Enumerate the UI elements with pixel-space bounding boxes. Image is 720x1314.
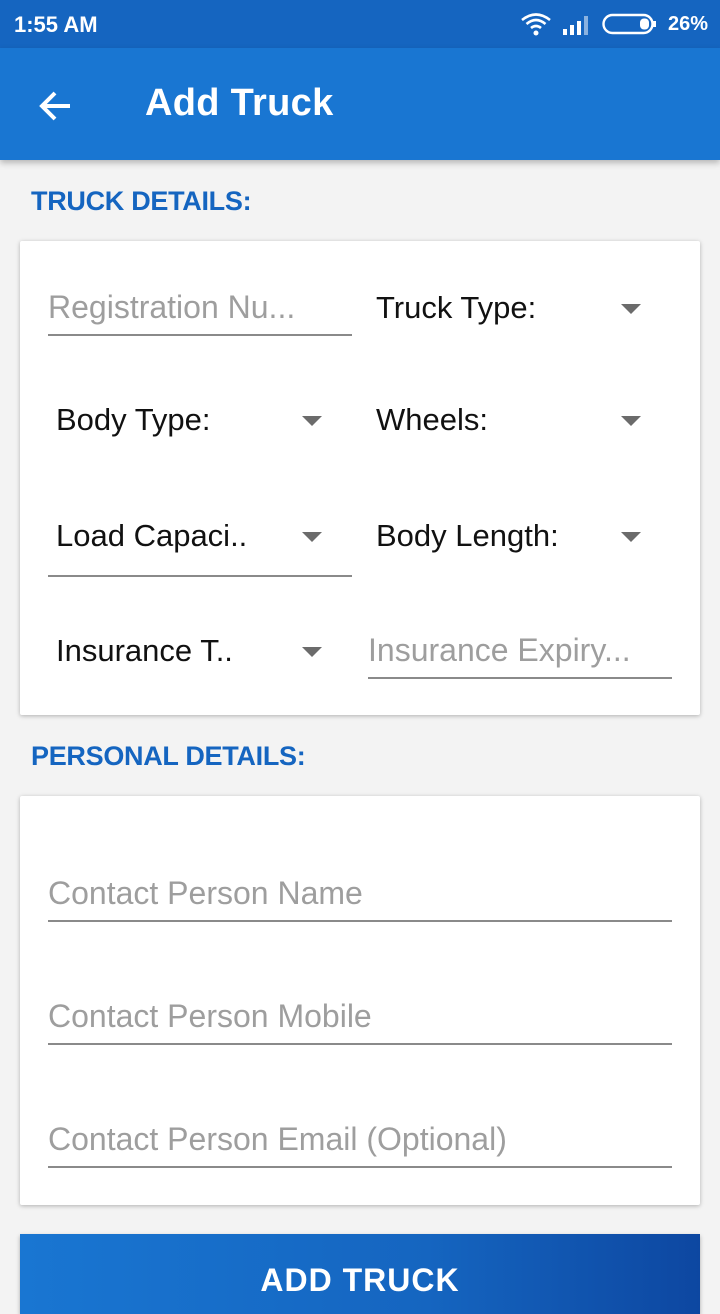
body-type-label: Body Type: — [56, 402, 211, 437]
battery-percent: 26% — [667, 12, 708, 35]
contact-email-placeholder: Contact Person Email (Optional) — [48, 1121, 507, 1157]
body-type-dropdown[interactable]: Body Type: — [56, 390, 336, 450]
contact-email-input[interactable]: Contact Person Email (Optional) — [48, 1116, 672, 1168]
dropdown-arrow-icon — [302, 416, 322, 426]
status-bar: 1:55 AM 26% — [0, 0, 720, 48]
dropdown-arrow-icon — [621, 416, 641, 426]
wheels-label: Wheels: — [376, 402, 488, 437]
insurance-type-label: Insurance T.. — [56, 633, 233, 668]
app-bar: Add Truck — [0, 48, 720, 160]
battery-icon — [602, 13, 656, 35]
add-truck-button[interactable]: ADD TRUCK — [20, 1234, 700, 1314]
dropdown-arrow-icon — [302, 647, 322, 657]
page-title: Add Truck — [145, 82, 334, 124]
truck-details-heading: TRUCK DETAILS: — [31, 186, 252, 216]
contact-name-input[interactable]: Contact Person Name — [48, 870, 672, 922]
personal-details-heading: PERSONAL DETAILS: — [31, 741, 306, 771]
back-button[interactable] — [32, 82, 80, 130]
signal-icon — [562, 16, 588, 35]
truck-type-label: Truck Type: — [376, 290, 537, 325]
wifi-icon — [521, 13, 551, 36]
registration-number-input[interactable]: Registration Nu... — [48, 284, 352, 336]
dropdown-arrow-icon — [621, 304, 641, 314]
body-length-label: Body Length: — [376, 518, 559, 553]
body-length-dropdown[interactable]: Body Length: — [376, 506, 656, 566]
wheels-dropdown[interactable]: Wheels: — [376, 390, 656, 450]
insurance-expiry-input[interactable]: Insurance Expiry... — [368, 627, 672, 679]
status-time: 1:55 AM — [14, 12, 98, 37]
dropdown-arrow-icon — [302, 532, 322, 542]
load-capacity-dropdown[interactable]: Load Capaci.. — [56, 506, 336, 566]
truck-type-dropdown[interactable]: Truck Type: — [376, 278, 656, 338]
registration-number-placeholder: Registration Nu... — [48, 289, 296, 325]
contact-mobile-placeholder: Contact Person Mobile — [48, 998, 372, 1034]
insurance-type-dropdown[interactable]: Insurance T.. — [56, 621, 336, 681]
back-arrow-icon — [39, 91, 70, 121]
contact-mobile-input[interactable]: Contact Person Mobile — [48, 993, 672, 1045]
status-icons: 26% — [520, 10, 708, 38]
load-capacity-label: Load Capaci.. — [56, 518, 248, 553]
dropdown-arrow-icon — [621, 532, 641, 542]
insurance-expiry-placeholder: Insurance Expiry... — [368, 632, 631, 668]
contact-name-placeholder: Contact Person Name — [48, 875, 363, 911]
add-truck-label: ADD TRUCK — [260, 1262, 460, 1298]
